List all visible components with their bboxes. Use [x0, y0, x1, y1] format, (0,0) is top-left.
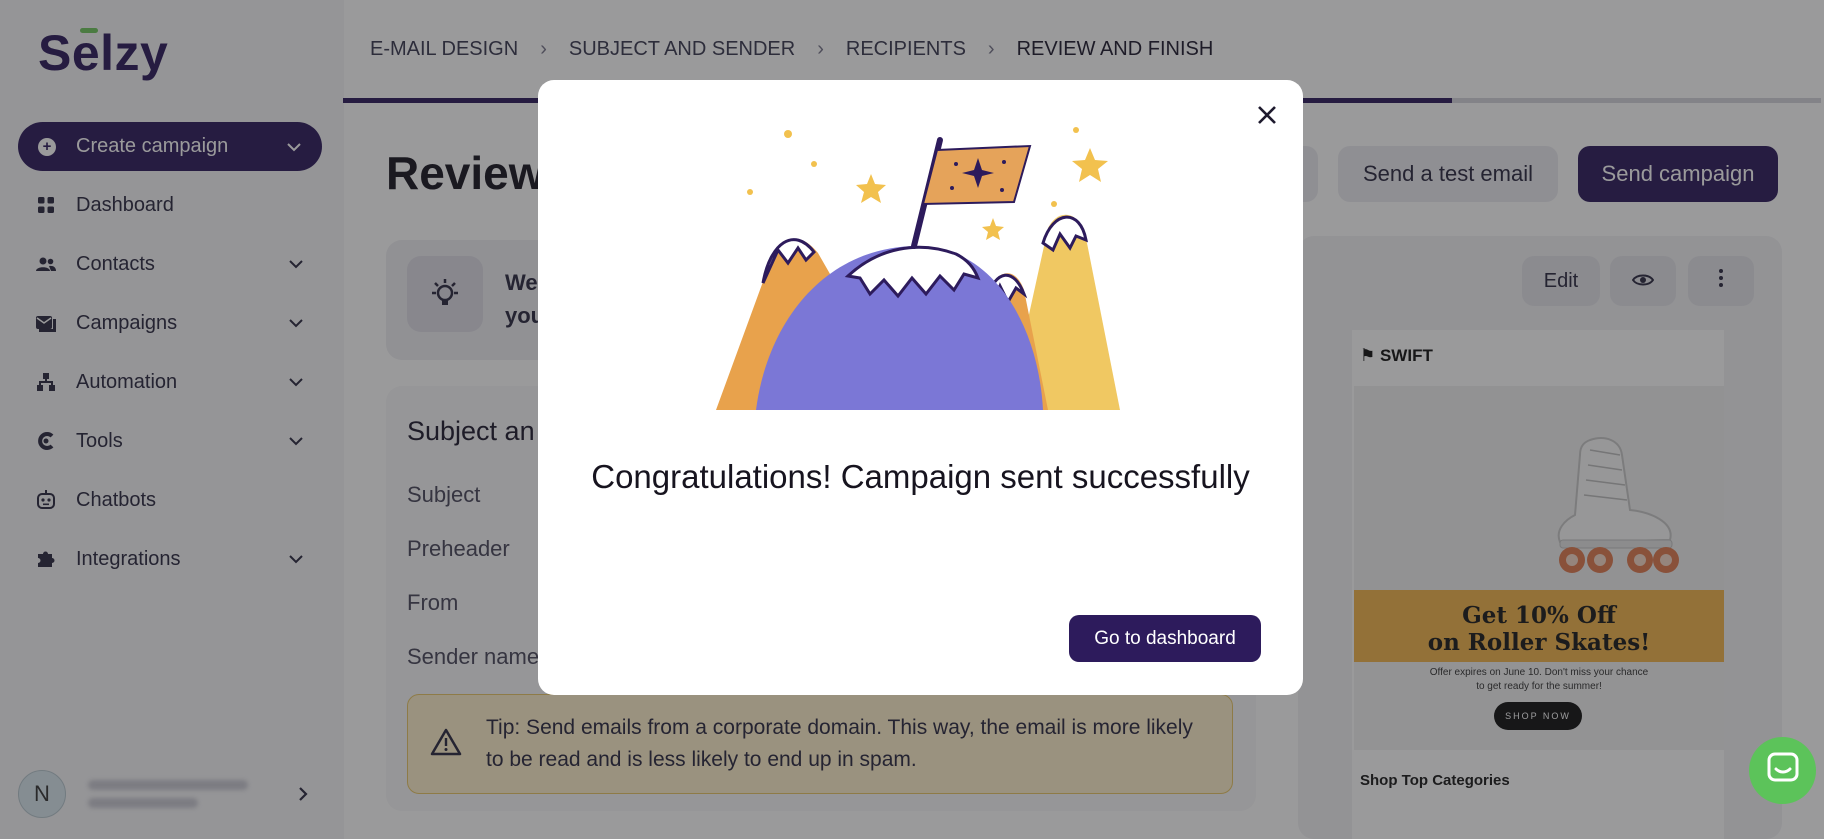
close-button[interactable] — [1252, 102, 1282, 132]
chat-icon — [1767, 752, 1799, 789]
modal-title: Congratulations! Campaign sent successfu… — [591, 458, 1250, 495]
chat-widget-button[interactable] — [1749, 737, 1816, 804]
mountain-flag-illustration — [708, 118, 1128, 423]
close-icon — [1257, 105, 1277, 130]
go-to-dashboard-button[interactable]: Go to dashboard — [1069, 615, 1261, 662]
